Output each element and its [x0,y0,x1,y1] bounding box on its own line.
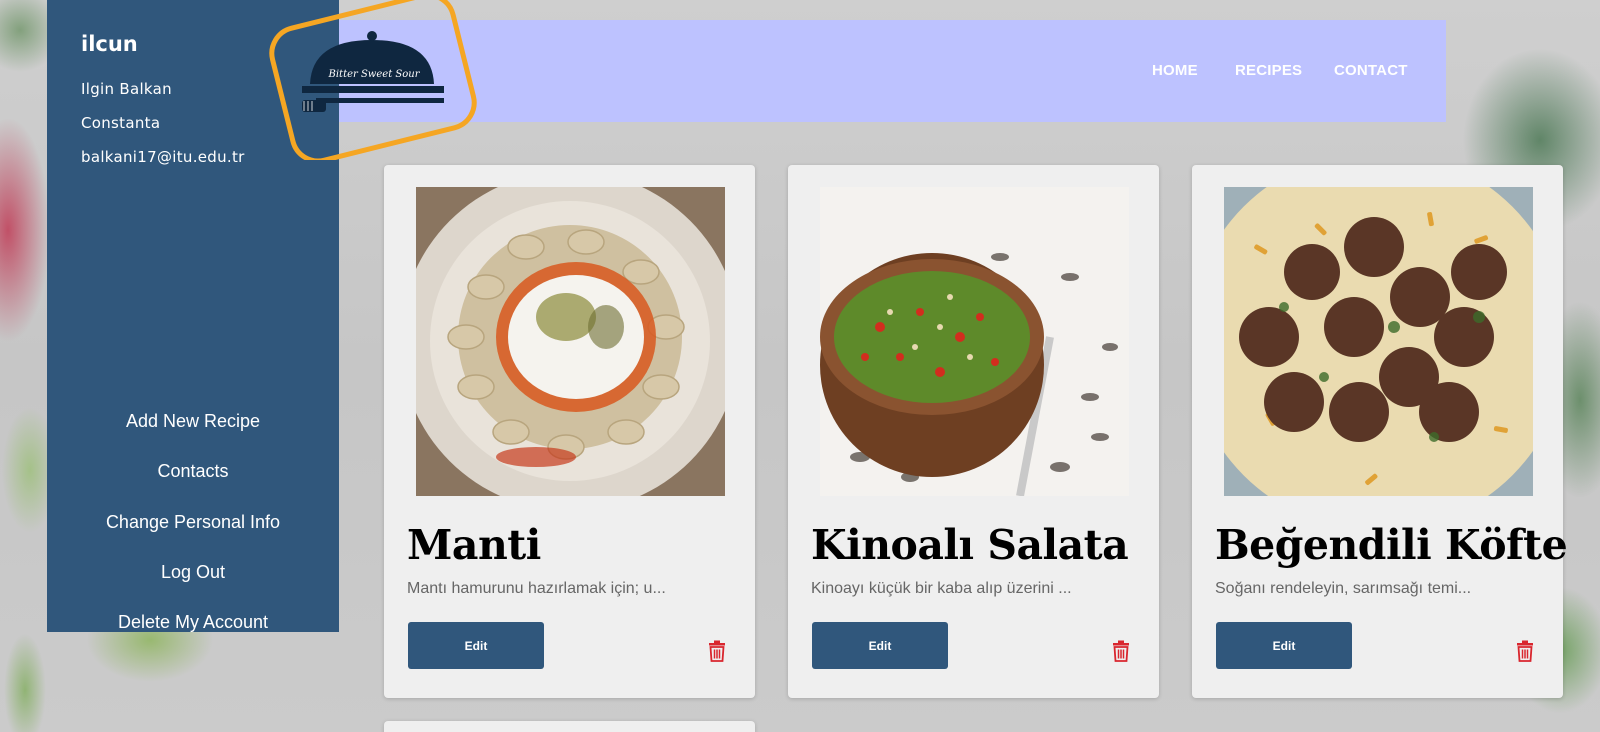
recipe-card-partial[interactable] [384,721,755,732]
recipe-description: Kinoayı küçük bir kaba alıp üzerini ... [811,580,1072,597]
trash-icon[interactable] [1516,640,1534,662]
quinoa-salad-photo[interactable] [820,187,1129,496]
recipe-title: Kinoalı Salata [811,521,1129,569]
trash-icon[interactable] [708,640,726,662]
user-email: balkani17@itu.edu.tr [81,148,245,166]
log-out-link[interactable]: Log Out [47,562,339,583]
nav-home-link[interactable]: HOME [1152,62,1198,79]
user-full-name: Ilgin Balkan [81,80,172,98]
edit-button[interactable]: Edit [1216,622,1352,669]
recipe-card[interactable]: Manti Mantı hamurunu hazırlamak için; u.… [384,165,755,698]
meatballs-photo[interactable] [1224,187,1533,496]
delete-account-link[interactable]: Delete My Account [47,612,339,633]
edit-button[interactable]: Edit [408,622,544,669]
manti-photo[interactable] [416,187,725,496]
username: ilcun [81,32,138,56]
brand-logo[interactable]: Bitter Sweet Sour [268,0,478,164]
recipe-title: Manti [407,521,541,569]
recipe-description: Mantı hamurunu hazırlamak için; u... [407,580,666,597]
nav-recipes-link[interactable]: RECIPES [1235,62,1302,79]
nav-contact-link[interactable]: CONTACT [1334,62,1408,79]
top-navbar: HOME RECIPES CONTACT [339,20,1446,122]
recipe-card[interactable]: Kinoalı Salata Kinoayı küçük bir kaba al… [788,165,1159,698]
trash-icon[interactable] [1112,640,1130,662]
recipe-description: Soğanı rendeleyin, sarımsağı temi... [1215,580,1472,597]
recipe-title: Beğendili Köfte [1215,521,1568,569]
edit-button[interactable]: Edit [812,622,948,669]
contacts-link[interactable]: Contacts [47,461,339,482]
change-personal-info-link[interactable]: Change Personal Info [47,512,339,533]
recipe-card[interactable]: Beğendili Köfte Soğanı rendeleyin, sarım… [1192,165,1568,698]
user-city: Constanta [81,114,161,132]
add-new-recipe-link[interactable]: Add New Recipe [47,411,339,432]
logo-text: Bitter Sweet Sour [328,69,421,80]
